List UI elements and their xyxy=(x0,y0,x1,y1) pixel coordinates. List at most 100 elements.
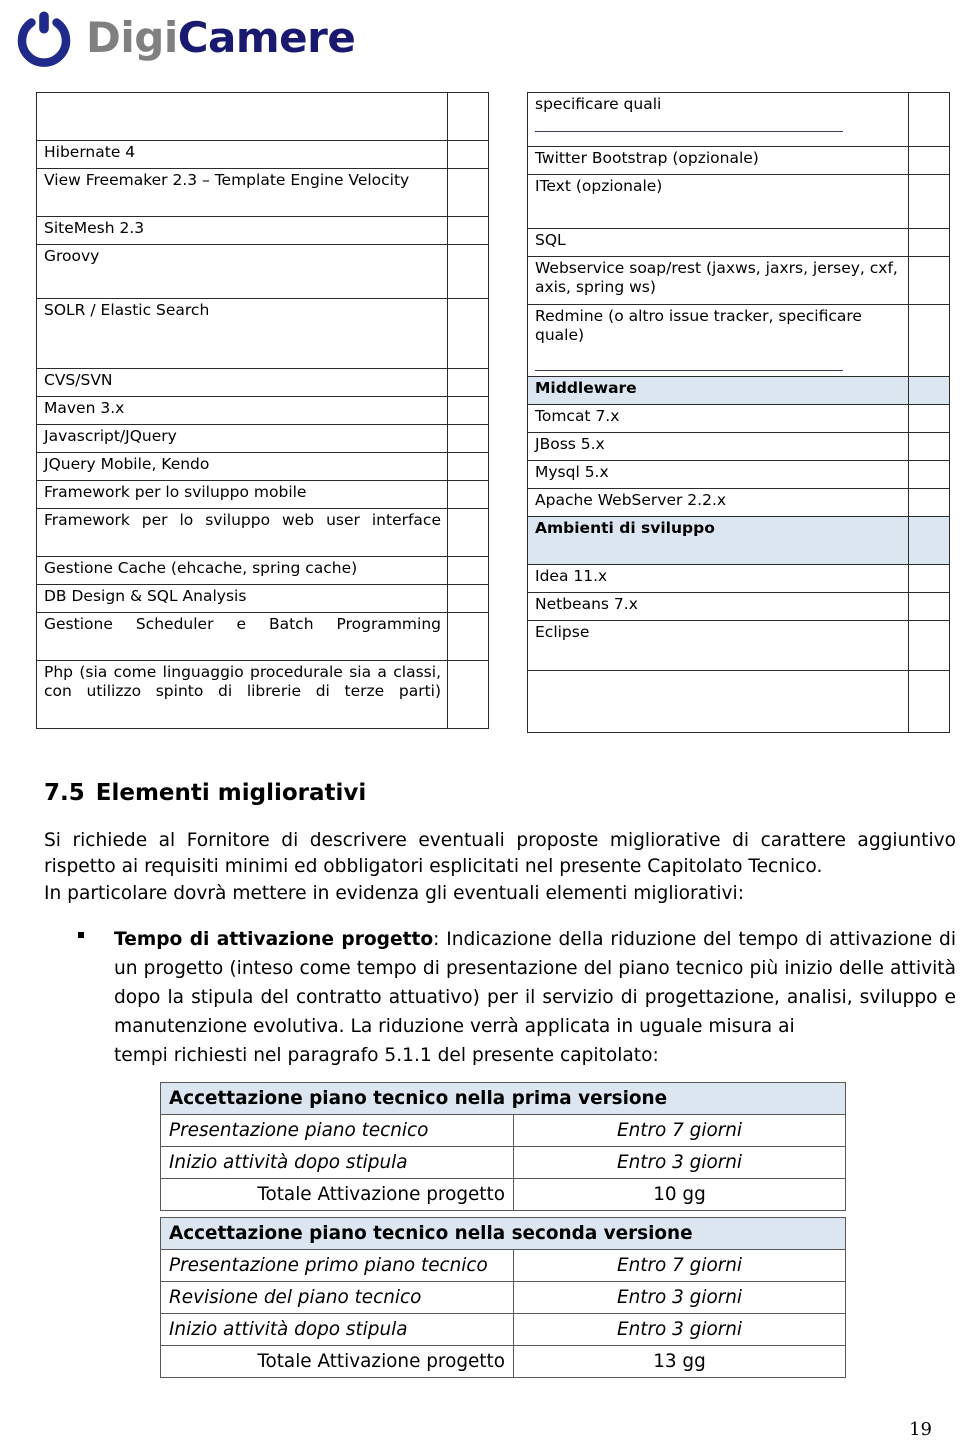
right-cell-4: Webservice soap/rest (jaxws, jaxrs, jers… xyxy=(527,256,909,305)
right-check-cell-6[interactable] xyxy=(908,376,950,405)
section-heading: 7.5 Elementi migliorativi xyxy=(44,780,366,806)
right-check-cell-10[interactable] xyxy=(908,488,950,517)
left-check-cell-12[interactable] xyxy=(447,556,489,585)
right-check-cell-2[interactable] xyxy=(908,174,950,229)
right-cell-10: Apache WebServer 2.2.x xyxy=(527,488,909,517)
table-row: Accettazione piano tecnico nella prima v… xyxy=(160,1082,846,1115)
left-check-cell-3[interactable] xyxy=(447,216,489,245)
right-check-cell-14[interactable] xyxy=(908,620,950,671)
table-row: Redmine (o altro issue tracker, specific… xyxy=(527,304,950,377)
table-row: Presentazione piano tecnico Entro 7 gior… xyxy=(160,1114,846,1147)
left-cell-15: Php (sia come linguaggio procedurale sia… xyxy=(36,660,448,729)
left-check-cell-1[interactable] xyxy=(447,140,489,169)
right-check-cell-0[interactable] xyxy=(908,92,950,147)
left-cell-8: Javascript/JQuery xyxy=(36,424,448,453)
table-row: SiteMesh 2.3 xyxy=(36,216,489,245)
left-cell-0 xyxy=(36,92,448,141)
bullet-item-last-line: tempi richiesti nel paragrafo 5.1.1 del … xyxy=(114,1045,659,1066)
left-cell-11: Framework per lo sviluppo web user inter… xyxy=(36,508,448,557)
left-cell-14: Gestione Scheduler e Batch Programming xyxy=(36,612,448,661)
right-check-cell-8[interactable] xyxy=(908,432,950,461)
table-row: JBoss 5.x xyxy=(527,432,950,461)
table-row: IText (opzionale) xyxy=(527,174,950,229)
first-version-total-label: Totale Attivazione progetto xyxy=(160,1178,514,1211)
right-cell-5: Redmine (o altro issue tracker, specific… xyxy=(527,304,909,377)
brand-wordmark: DigiCamere xyxy=(86,17,356,59)
left-check-cell-0[interactable] xyxy=(447,92,489,141)
left-check-cell-11[interactable] xyxy=(447,508,489,557)
right-cell-2: IText (opzionale) xyxy=(527,174,909,229)
power-button-icon xyxy=(14,8,74,68)
second-version-table-header: Accettazione piano tecnico nella seconda… xyxy=(160,1217,846,1250)
brand-logo: DigiCamere xyxy=(14,6,356,70)
right-section-header-middleware: Middleware xyxy=(527,376,909,405)
second-version-row-1-value: Entro 3 giorni xyxy=(513,1281,846,1314)
right-check-cell-13[interactable] xyxy=(908,592,950,621)
right-cell-3: SQL xyxy=(527,228,909,257)
table-row: View Freemaker 2.3 – Template Engine Vel… xyxy=(36,168,489,217)
section-number: 7.5 xyxy=(44,780,85,806)
right-cell-13: Netbeans 7.x xyxy=(527,592,909,621)
second-version-row-2-label: Inizio attività dopo stipula xyxy=(160,1313,514,1346)
intro-paragraph-line-2: rispetto ai requisiti minimi ed obbligat… xyxy=(44,856,823,878)
second-version-total-label: Totale Attivazione progetto xyxy=(160,1345,514,1378)
table-row xyxy=(36,92,489,141)
table-row: Totale Attivazione progetto 10 gg xyxy=(160,1178,846,1211)
right-cell-9: Mysql 5.x xyxy=(527,460,909,489)
table-row: DB Design & SQL Analysis xyxy=(36,584,489,613)
left-check-cell-8[interactable] xyxy=(447,424,489,453)
section-title: Elementi migliorativi xyxy=(95,780,367,806)
left-check-cell-4[interactable] xyxy=(447,244,489,299)
right-check-cell-7[interactable] xyxy=(908,404,950,433)
table-row: Framework per lo sviluppo web user inter… xyxy=(36,508,489,557)
right-check-cell-4[interactable] xyxy=(908,256,950,305)
right-check-cell-9[interactable] xyxy=(908,460,950,489)
right-check-cell-3[interactable] xyxy=(908,228,950,257)
bullet-item-text: Tempo di attivazione progetto: Indicazio… xyxy=(114,925,956,1070)
left-check-cell-7[interactable] xyxy=(447,396,489,425)
left-cell-3: SiteMesh 2.3 xyxy=(36,216,448,245)
right-check-cell-15[interactable] xyxy=(908,670,950,733)
left-check-cell-14[interactable] xyxy=(447,612,489,661)
table-row: Twitter Bootstrap (opzionale) xyxy=(527,146,950,175)
table-row: Maven 3.x xyxy=(36,396,489,425)
left-check-cell-2[interactable] xyxy=(447,168,489,217)
left-check-cell-10[interactable] xyxy=(447,480,489,509)
right-check-cell-1[interactable] xyxy=(908,146,950,175)
first-version-total-value: 10 gg xyxy=(513,1178,846,1211)
first-version-row-0-label: Presentazione piano tecnico xyxy=(160,1114,514,1147)
left-cell-1: Hibernate 4 xyxy=(36,140,448,169)
left-check-cell-13[interactable] xyxy=(447,584,489,613)
intro-paragraph-line-1: Si richiede al Fornitore di descrivere e… xyxy=(44,830,956,851)
table-row: Framework per lo sviluppo mobile xyxy=(36,480,489,509)
second-version-schedule-table: Accettazione piano tecnico nella seconda… xyxy=(160,1217,846,1378)
first-version-row-1-label: Inizio attività dopo stipula xyxy=(160,1146,514,1179)
table-row: Middleware xyxy=(527,376,950,405)
left-check-cell-6[interactable] xyxy=(447,368,489,397)
table-row: Revisione del piano tecnico Entro 3 gior… xyxy=(160,1281,846,1314)
table-row: SOLR / Elastic Search xyxy=(36,298,489,369)
left-cell-6: CVS/SVN xyxy=(36,368,448,397)
table-row: Javascript/JQuery xyxy=(36,424,489,453)
first-version-row-0-value: Entro 7 giorni xyxy=(513,1114,846,1147)
right-check-cell-11[interactable] xyxy=(908,516,950,565)
left-check-cell-5[interactable] xyxy=(447,298,489,369)
right-cell-8: JBoss 5.x xyxy=(527,432,909,461)
intro-paragraph-line-3: In particolare dovrà mettere in evidenza… xyxy=(44,882,744,904)
left-cell-5: SOLR / Elastic Search xyxy=(36,298,448,369)
right-check-cell-5[interactable] xyxy=(908,304,950,377)
right-cell-14: Eclipse xyxy=(527,620,909,671)
left-check-cell-15[interactable] xyxy=(447,660,489,729)
right-check-cell-12[interactable] xyxy=(908,564,950,593)
left-cell-7: Maven 3.x xyxy=(36,396,448,425)
right-cell-15 xyxy=(527,670,909,733)
first-version-row-1-value: Entro 3 giorni xyxy=(513,1146,846,1179)
right-section-header-ambienti: Ambienti di sviluppo xyxy=(527,516,909,565)
intro-paragraph: Si richiede al Fornitore di descrivere e… xyxy=(44,828,956,907)
left-cell-10: Framework per lo sviluppo mobile xyxy=(36,480,448,509)
table-row: Mysql 5.x xyxy=(527,460,950,489)
left-check-cell-9[interactable] xyxy=(447,452,489,481)
right-cell-7: Tomcat 7.x xyxy=(527,404,909,433)
table-row: Gestione Scheduler e Batch Programming xyxy=(36,612,489,661)
table-row: Php (sia come linguaggio procedurale sia… xyxy=(36,660,489,729)
